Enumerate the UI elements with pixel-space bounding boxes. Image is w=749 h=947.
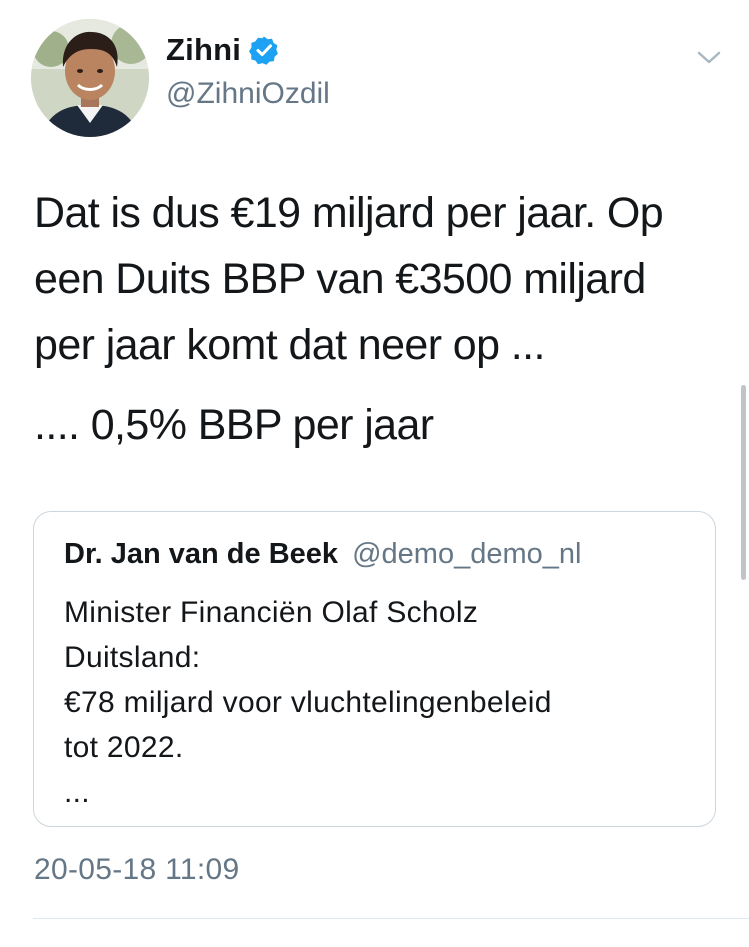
quoted-tweet-header: Dr. Jan van de Beek @demo_demo_nl (64, 538, 581, 571)
author-handle[interactable]: @ZihniOzdil (166, 77, 330, 111)
quoted-tweet[interactable]: Dr. Jan van de Beek @demo_demo_nl Minist… (33, 511, 716, 827)
tweet-text: Dat is dus €19 miljard per jaar. Op een … (34, 180, 724, 458)
author-display-name[interactable]: Zihni (166, 32, 241, 68)
verified-badge-icon (249, 35, 279, 65)
tweet-text-line: .... 0,5% BBP per jaar (34, 401, 434, 449)
divider (33, 918, 749, 919)
quoted-text-line: Duitsland: (64, 641, 201, 674)
tweet-text-line: per jaar komt dat neer op ... (34, 321, 545, 369)
quoted-text-line: tot 2022. (64, 731, 184, 764)
quoted-tweet-text: Minister Financiën Olaf Scholz Duitsland… (64, 590, 552, 815)
quoted-author-name: Dr. Jan van de Beek (64, 538, 339, 570)
tweet-text-line: een Duits BBP van €3500 miljard (34, 255, 646, 303)
tweet-timestamp[interactable]: 20-05-18 11:09 (34, 853, 239, 887)
author-name-row[interactable]: Zihni (166, 30, 279, 70)
tweet-card: Zihni @ZihniOzdil Dat is dus €19 miljard… (0, 0, 749, 947)
quoted-text-line: €78 miljard voor vluchtelingenbeleid (64, 686, 552, 719)
avatar[interactable] (31, 19, 149, 137)
chevron-down-icon[interactable] (694, 48, 724, 68)
quoted-text-line: ... (64, 776, 90, 809)
tweet-text-line: Dat is dus €19 miljard per jaar. Op (34, 189, 664, 237)
quoted-author-handle: @demo_demo_nl (352, 538, 582, 570)
scrollbar[interactable] (741, 385, 746, 580)
avatar-image (31, 19, 149, 137)
quoted-text-line: Minister Financiën Olaf Scholz (64, 596, 479, 629)
